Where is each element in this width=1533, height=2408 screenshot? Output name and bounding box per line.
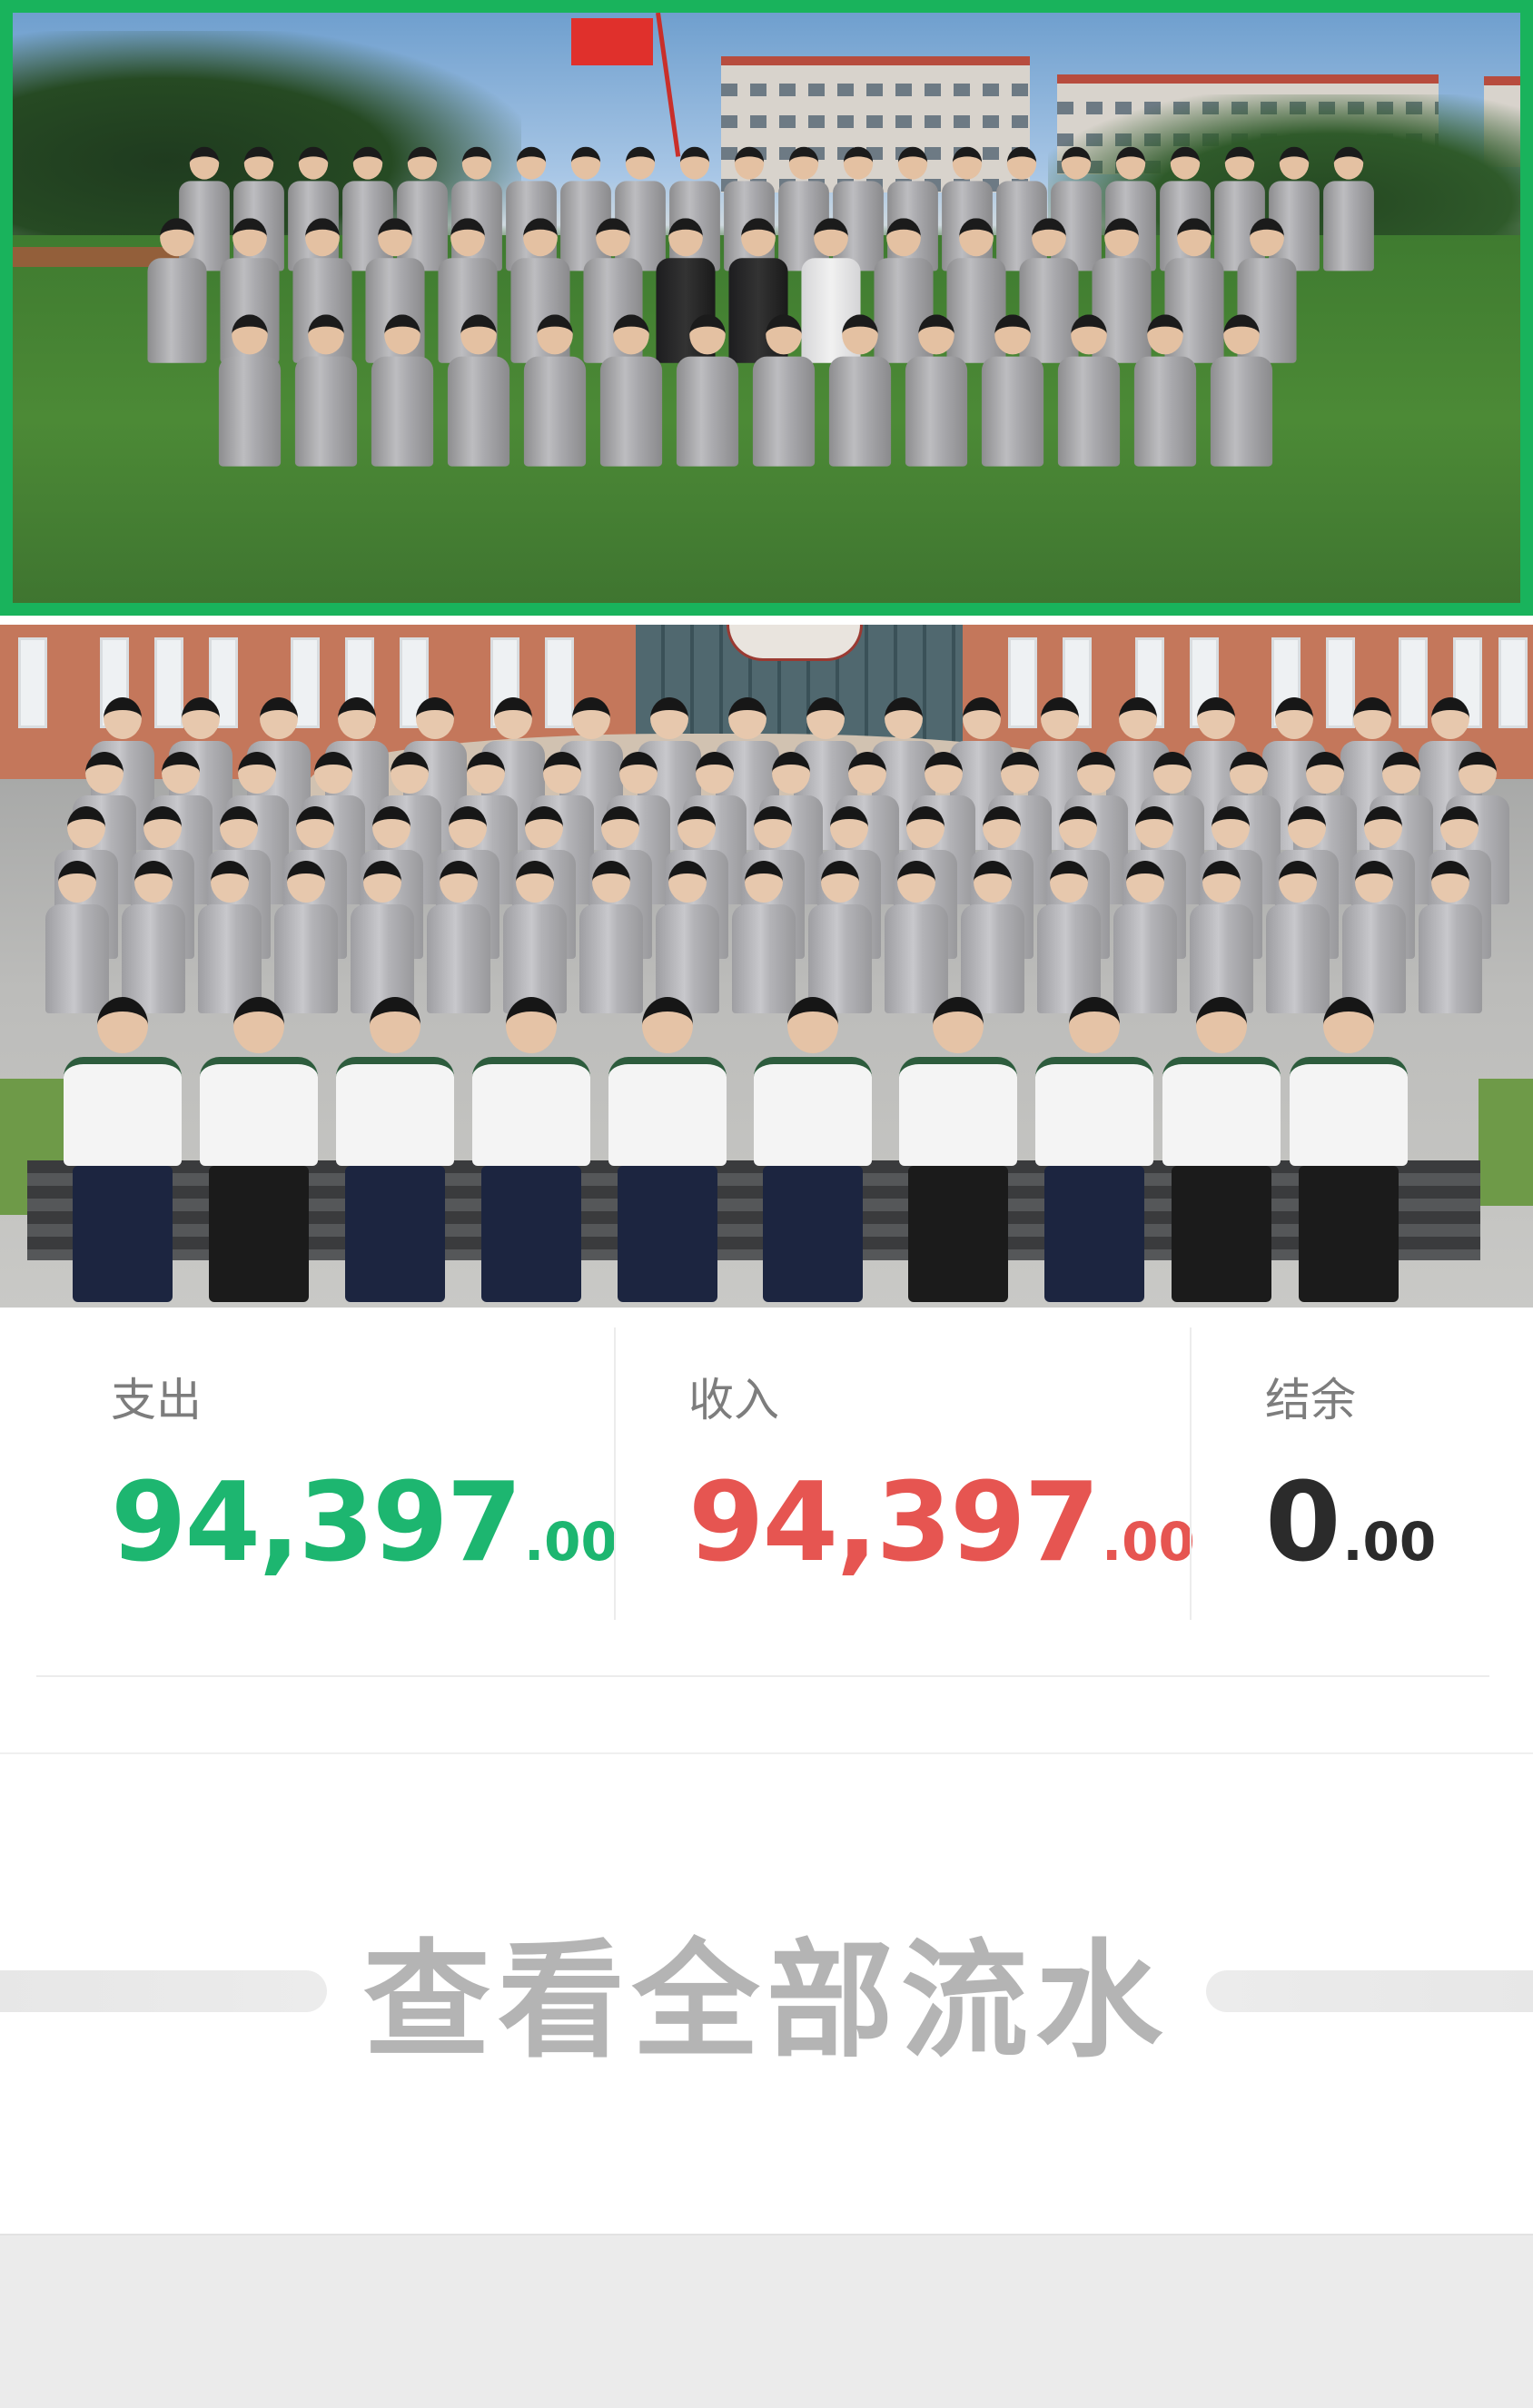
student xyxy=(656,861,719,1013)
person xyxy=(523,314,587,467)
expense-stat[interactable]: 支出 94,397.00 xyxy=(0,1308,618,1618)
balance-label: 结余 xyxy=(1265,1374,1356,1426)
teacher xyxy=(54,997,191,1308)
window xyxy=(18,637,47,728)
bottom-bar xyxy=(0,2234,1533,2408)
balance-stat[interactable]: 结余 0.00 xyxy=(1190,1308,1533,1618)
person xyxy=(1133,314,1197,467)
flagpole xyxy=(656,13,681,157)
expense-amount: 94,397.00 xyxy=(111,1460,618,1586)
person xyxy=(905,314,968,467)
teacher xyxy=(1026,997,1162,1308)
income-amount-integer: 94,397 xyxy=(688,1460,1100,1586)
expense-amount-decimal: .00 xyxy=(524,1511,618,1573)
person xyxy=(147,218,207,363)
person xyxy=(828,314,892,467)
student xyxy=(198,861,262,1013)
student-group xyxy=(147,140,1411,585)
class-photo-outdoor xyxy=(0,0,1533,616)
student xyxy=(351,861,414,1013)
balance-amount-decimal: .00 xyxy=(1342,1511,1437,1573)
divider xyxy=(36,1675,1489,1677)
window xyxy=(1498,637,1528,728)
student xyxy=(1419,861,1482,1013)
school-emblem xyxy=(727,625,863,661)
person xyxy=(1210,314,1273,467)
teacher xyxy=(463,997,599,1308)
balance-amount: 0.00 xyxy=(1265,1460,1436,1586)
flag xyxy=(571,18,653,65)
teacher xyxy=(1153,997,1290,1308)
teacher xyxy=(890,997,1026,1308)
teacher xyxy=(745,997,881,1308)
class-group xyxy=(45,697,1509,1308)
decorative-line xyxy=(1206,1970,1533,2012)
student xyxy=(1342,861,1406,1013)
view-all-section: 查看全部流水 xyxy=(0,1752,1533,2234)
student xyxy=(503,861,567,1013)
view-all-transactions-button[interactable]: 查看全部流水 xyxy=(327,1918,1206,2076)
grass xyxy=(1479,1079,1533,1206)
student xyxy=(885,861,948,1013)
student xyxy=(122,861,185,1013)
teacher xyxy=(191,997,327,1308)
income-amount: 94,397.00 xyxy=(688,1460,1195,1586)
student xyxy=(732,861,796,1013)
person xyxy=(371,314,434,467)
student xyxy=(961,861,1024,1013)
student xyxy=(427,861,490,1013)
person xyxy=(981,314,1044,467)
person xyxy=(599,314,663,467)
class-photo-with-teachers xyxy=(0,625,1533,1308)
income-label: 收入 xyxy=(688,1374,779,1426)
student xyxy=(274,861,338,1013)
student xyxy=(808,861,872,1013)
balance-summary: 支出 94,397.00 收入 94,397.00 结余 0.00 xyxy=(0,1308,1533,1680)
person xyxy=(447,314,510,467)
student xyxy=(45,861,109,1013)
student xyxy=(1266,861,1330,1013)
person xyxy=(1057,314,1121,467)
student xyxy=(579,861,643,1013)
teacher xyxy=(1281,997,1417,1308)
income-amount-decimal: .00 xyxy=(1102,1511,1195,1573)
expense-amount-integer: 94,397 xyxy=(111,1460,522,1586)
person xyxy=(752,314,816,467)
expense-label: 支出 xyxy=(111,1374,202,1426)
student xyxy=(1113,861,1177,1013)
decorative-line xyxy=(0,1970,327,2012)
person xyxy=(1323,146,1374,271)
income-stat[interactable]: 收入 94,397.00 xyxy=(614,1308,1195,1618)
person xyxy=(218,314,282,467)
teacher xyxy=(599,997,736,1308)
student xyxy=(1190,861,1253,1013)
teacher xyxy=(327,997,463,1308)
person xyxy=(676,314,739,467)
student xyxy=(1037,861,1101,1013)
person xyxy=(294,314,358,467)
balance-amount-integer: 0 xyxy=(1265,1460,1340,1586)
